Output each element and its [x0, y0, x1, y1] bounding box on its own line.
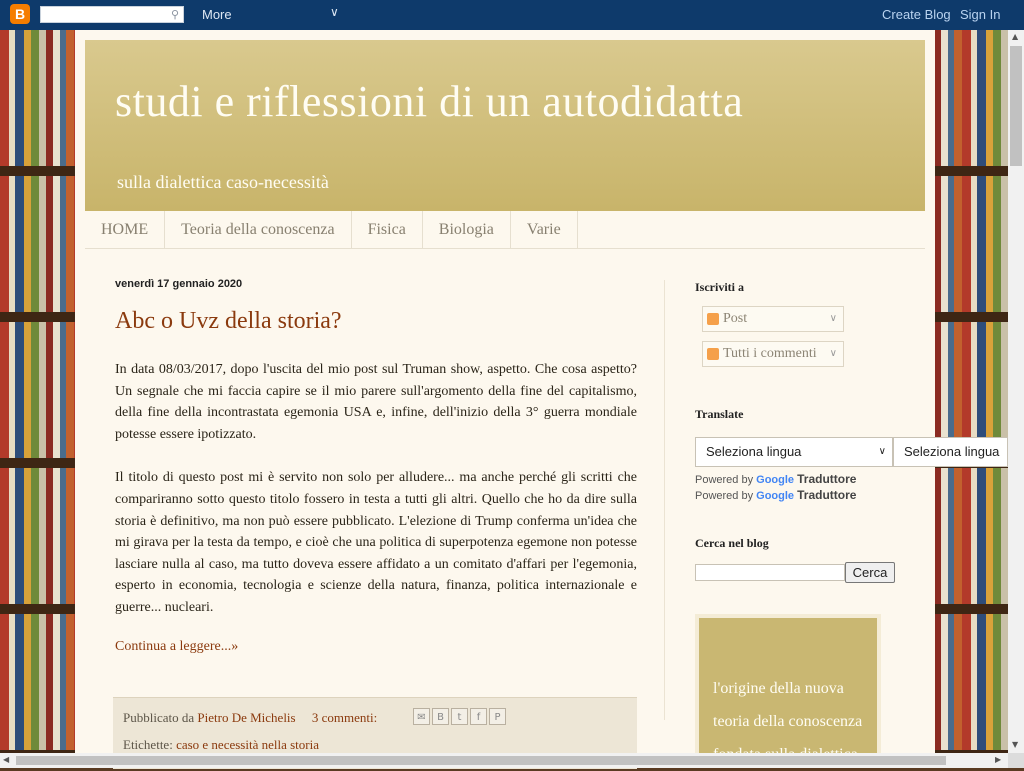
feed-comments-dropdown[interactable]: Tutti i commenti ∨ [702, 341, 844, 367]
feed-comments-label: Tutti i commenti [723, 346, 817, 361]
label-link[interactable]: caso e necessità nella storia [176, 737, 319, 752]
column-divider [664, 280, 665, 720]
post-body: In data 08/03/2017, dopo l'uscita del mi… [115, 359, 637, 619]
more-menu[interactable]: More [202, 7, 232, 22]
horizontal-scroll-thumb[interactable] [16, 756, 946, 765]
main-column: venerdì 17 gennaio 2020 Abc o Uvz della … [115, 268, 637, 655]
rss-icon [707, 313, 719, 325]
blog-search-input[interactable] [695, 564, 845, 581]
facebook-icon[interactable]: f [470, 708, 487, 725]
powered-by-label: Powered by [695, 474, 754, 486]
tab-varie[interactable]: Varie [511, 211, 578, 248]
scroll-left-icon[interactable]: ◀ [3, 755, 9, 764]
read-more-link[interactable]: Continua a leggere...» [115, 639, 637, 655]
powered-by-label: Powered by [695, 490, 754, 502]
published-by-label: Pubblicato da [123, 710, 195, 725]
tab-home[interactable]: HOME [85, 211, 166, 248]
powered-by-google-secondary: Powered by Google Traduttore [695, 488, 856, 502]
create-blog-link[interactable]: Create Blog [882, 7, 951, 22]
language-select-value: Seleziona lingua [706, 444, 802, 459]
post-paragraph: In data 08/03/2017, dopo l'uscita del mi… [115, 362, 637, 442]
comments-link[interactable]: 3 commenti: [312, 710, 377, 725]
sign-in-link[interactable]: Sign In [960, 7, 1000, 22]
content-sheet: studi e riflessioni di un autodidatta su… [75, 30, 1008, 769]
chevron-down-icon[interactable]: ∨ [330, 5, 339, 19]
labels-prefix: Etichette: [123, 737, 173, 752]
language-select-secondary-value: Seleziona lingua [904, 444, 1000, 459]
blogger-logo-icon[interactable]: B [10, 4, 30, 24]
blogger-navbar: B ⚲ More ∨ Create Blog Sign In [0, 0, 1024, 30]
pinterest-icon[interactable]: P [489, 708, 506, 725]
search-title: Cerca nel blog [695, 536, 769, 550]
search-icon[interactable]: ⚲ [171, 8, 179, 21]
page-tabs: HOME Teoria della conoscenza Fisica Biol… [85, 211, 925, 249]
search-button[interactable]: Cerca [845, 562, 895, 583]
promo-widget[interactable]: l'origine della nuova teoria della conos… [695, 614, 881, 763]
language-select[interactable]: Seleziona lingua ∨ [695, 437, 893, 467]
feed-posts-label: Post [723, 311, 748, 326]
tab-fisica[interactable]: Fisica [352, 211, 423, 248]
blogger-icon[interactable]: B [432, 708, 449, 725]
blog-title[interactable]: studi e riflessioni di un autodidatta [115, 76, 743, 127]
powered-by-google: Powered by Google Traduttore [695, 472, 856, 486]
share-buttons: ✉ B t f P [413, 708, 508, 725]
google-logo: Google [756, 474, 795, 486]
horizontal-scrollbar[interactable]: ◀ ▶ [0, 753, 1008, 768]
twitter-icon[interactable]: t [451, 708, 468, 725]
rss-icon [707, 348, 719, 360]
blog-header: studi e riflessioni di un autodidatta su… [85, 40, 925, 211]
subscribe-title: Iscriviti a [695, 280, 744, 294]
tab-teoria-conoscenza[interactable]: Teoria della conoscenza [165, 211, 352, 248]
author-link[interactable]: Pietro De Michelis [197, 710, 295, 725]
scroll-down-icon[interactable]: ▼ [1012, 740, 1018, 749]
google-logo: Google [756, 490, 795, 502]
post-date: venerdì 17 gennaio 2020 [115, 278, 243, 290]
blog-description: sulla dialettica caso-necessità [117, 172, 329, 192]
vertical-scrollbar[interactable]: ▲ ▼ [1008, 30, 1024, 753]
translator-link[interactable]: Traduttore [797, 472, 856, 486]
post-byline: Pubblicato da Pietro De Michelis 3 comme… [123, 710, 377, 726]
vertical-scroll-thumb[interactable] [1010, 46, 1022, 166]
tab-biologia[interactable]: Biologia [423, 211, 511, 248]
chevron-down-icon: ∨ [829, 348, 837, 359]
language-select-secondary[interactable]: Seleziona lingua [893, 437, 1008, 467]
post-labels: Etichette: caso e necessità nella storia [123, 737, 319, 753]
chevron-down-icon: ∨ [878, 446, 886, 457]
post-paragraph: Il titolo di questo post mi è servito no… [115, 470, 637, 615]
translate-title: Translate [695, 407, 744, 421]
feed-posts-dropdown[interactable]: Post ∨ [702, 306, 844, 332]
email-icon[interactable]: ✉ [413, 708, 430, 725]
chevron-down-icon: ∨ [829, 313, 837, 324]
post-title[interactable]: Abc o Uvz della storia? [115, 308, 637, 335]
scrollbar-corner [1008, 753, 1024, 768]
translator-link[interactable]: Traduttore [797, 488, 856, 502]
scroll-right-icon[interactable]: ▶ [995, 755, 1001, 764]
navbar-search-input[interactable]: ⚲ [40, 6, 184, 23]
scroll-up-icon[interactable]: ▲ [1012, 32, 1018, 41]
